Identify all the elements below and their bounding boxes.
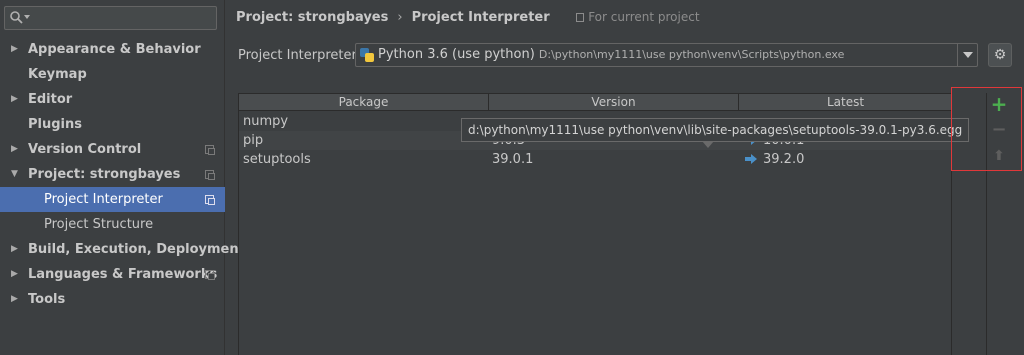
sidebar-item-plugins[interactable]: Plugins [0,112,225,137]
package-path-tooltip: d:\python\my1111\use python\venv\lib\sit… [461,118,970,142]
sidebar-item-tools[interactable]: ▶ Tools [0,287,225,312]
package-version: 39.0.1 [492,152,534,167]
interpreter-label: Project Interpreter: [238,48,362,63]
sidebar-item-label: Build, Execution, Deployment [28,242,245,257]
sidebar-item-label: Languages & Frameworks [28,267,218,282]
package-name: setuptools [243,152,311,167]
sidebar-item-languages-frameworks[interactable]: ▶ Languages & Frameworks [0,262,225,287]
interpreter-path: D:\python\my1111\use python\venv\Scripts… [538,48,845,61]
add-package-button[interactable]: + [988,93,1010,115]
expand-arrow-icon[interactable]: ▶ [11,237,18,262]
sidebar-item-build-execution-deployment[interactable]: ▶ Build, Execution, Deployment [0,237,245,262]
python-icon [360,48,374,62]
column-header-version[interactable]: Version [489,94,739,111]
expand-arrow-icon[interactable]: ▶ [11,287,18,312]
upgrade-package-button[interactable]: ⬆ [988,145,1010,167]
sidebar-item-label: Version Control [28,142,142,157]
breadcrumb: Project: strongbayes › Project Interpreter… [236,10,700,28]
tooltip-pointer [702,141,714,148]
expand-arrow-icon[interactable]: ▶ [11,37,18,62]
breadcrumb-project: Project: strongbayes [236,10,389,25]
table-header: Package Version Latest [239,94,952,111]
project-scope-icon [205,170,215,180]
sidebar-item-project-interpreter[interactable]: Project Interpreter [0,187,225,212]
arrow-up-icon: ⬆ [993,148,1005,164]
remove-package-button[interactable]: − [988,119,1010,141]
sidebar-item-label: Appearance & Behavior [28,42,201,57]
sidebar-item-appearance-behavior[interactable]: ▶ Appearance & Behavior [0,37,225,62]
sidebar-item-keymap[interactable]: Keymap [0,62,225,87]
sidebar-item-version-control[interactable]: ▶ Version Control [0,137,225,162]
search-icon[interactable] [9,10,31,26]
table-row[interactable]: setuptools 39.0.1 39.2.0 [239,150,952,169]
breadcrumb-separator: › [397,10,403,25]
sidebar-item-label: Project: strongbayes [28,167,181,182]
interpreter-name: Python 3.6 (use python) [378,47,535,62]
scope-hint: For current project [576,10,700,24]
package-latest: 39.2.0 [763,152,805,167]
project-scope-icon [205,195,215,205]
toolbar-divider [986,93,987,355]
sidebar-item-editor[interactable]: ▶ Editor [0,87,225,112]
plus-icon: + [990,92,1008,116]
sidebar-item-label: Tools [28,292,66,307]
project-scope-icon [205,145,215,155]
column-header-package[interactable]: Package [239,94,489,111]
upgrade-arrow-icon [745,154,757,164]
project-scope-icon [205,270,215,280]
collapse-arrow-icon[interactable]: ▼ [11,162,18,187]
project-scope-icon [576,13,585,22]
sidebar-item-label: Plugins [28,117,82,132]
minus-icon: − [991,119,1007,140]
settings-search-input[interactable] [4,6,217,30]
package-latest-cell: 39.2.0 [745,150,804,169]
page-title: Project Interpreter [411,10,550,25]
settings-sidebar: ▶ Appearance & Behavior Keymap ▶ Editor … [0,0,245,355]
interpreter-settings-button[interactable]: ⚙ [988,43,1012,67]
expand-arrow-icon[interactable]: ▶ [11,87,18,112]
sidebar-item-project[interactable]: ▼ Project: strongbayes [0,162,225,187]
settings-tree: ▶ Appearance & Behavior Keymap ▶ Editor … [0,37,245,312]
chevron-down-icon[interactable] [957,44,977,66]
gear-icon: ⚙ [993,47,1007,63]
sidebar-item-label: Project Interpreter [44,192,163,207]
interpreter-select[interactable]: Python 3.6 (use python) D:\python\my1111… [355,43,978,67]
expand-arrow-icon[interactable]: ▶ [11,262,18,287]
sidebar-item-project-structure[interactable]: Project Structure [0,212,225,237]
sidebar-item-label: Keymap [28,67,87,82]
sidebar-item-label: Project Structure [44,217,154,232]
settings-content: Project: strongbayes › Project Interpreter… [226,0,1024,355]
package-name: numpy [243,114,289,129]
expand-arrow-icon[interactable]: ▶ [11,137,18,162]
package-name: pip [243,133,264,148]
package-toolbar: + − ⬆ [988,93,1010,355]
sidebar-item-label: Editor [28,92,73,107]
column-header-latest[interactable]: Latest [739,94,952,111]
scope-hint-label: For current project [588,10,700,24]
